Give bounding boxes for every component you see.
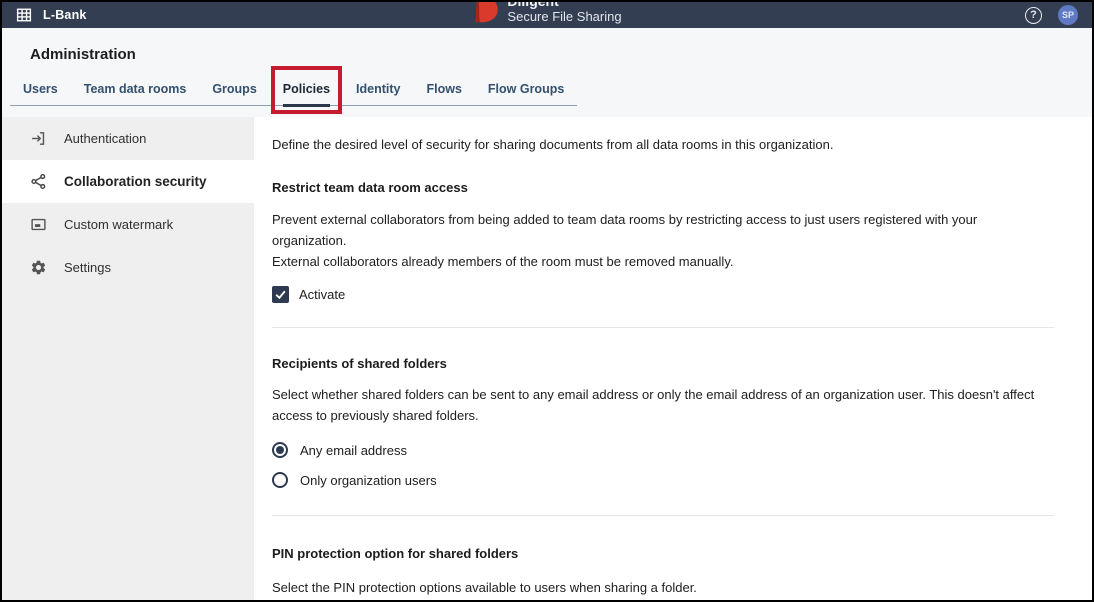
tab-policies-label: Policies — [283, 82, 330, 96]
tab-users[interactable]: Users — [10, 76, 71, 105]
page-title: Administration — [30, 46, 1092, 63]
tab-flows[interactable]: Flows — [413, 76, 474, 105]
sidebar-item-custom-watermark[interactable]: Custom watermark — [2, 203, 254, 246]
activate-checkbox-label: Activate — [299, 287, 345, 302]
admin-header: Administration Users Team data rooms Gro… — [2, 28, 1092, 117]
activate-checkbox-row[interactable]: Activate — [272, 286, 1054, 303]
sidebar-item-collaboration-security[interactable]: Collaboration security — [2, 160, 254, 203]
brand-logo: Diligent Secure File Sharing — [472, 0, 621, 24]
radio-row-any-email[interactable]: Any email address — [272, 442, 1054, 458]
policies-content: Define the desired level of security for… — [254, 117, 1092, 600]
login-icon — [30, 130, 47, 147]
topbar: L-Bank Diligent Secure File Sharing ? SP — [2, 2, 1092, 28]
section-heading-pin-protection: PIN protection option for shared folders — [272, 546, 1054, 561]
radio-row-only-org-users[interactable]: Only organization users — [272, 472, 1054, 488]
gear-icon — [30, 259, 47, 276]
policies-intro: Define the desired level of security for… — [272, 137, 1054, 152]
any-email-radio-label: Any email address — [300, 443, 407, 458]
activate-checkbox[interactable] — [272, 286, 289, 303]
tab-strip: Users Team data rooms Groups Policies Id… — [10, 76, 577, 106]
sidebar-item-label: Collaboration security — [64, 174, 207, 189]
tab-identity[interactable]: Identity — [343, 76, 413, 105]
restrict-access-description-line1: Prevent external collaborators from bein… — [272, 209, 1054, 251]
app-grid-icon[interactable] — [16, 8, 32, 22]
tab-flow-groups[interactable]: Flow Groups — [475, 76, 577, 105]
watermark-icon — [30, 216, 47, 233]
sidebar-item-settings[interactable]: Settings — [2, 246, 254, 289]
app-window: L-Bank Diligent Secure File Sharing ? SP… — [0, 0, 1094, 602]
brand-product: Secure File Sharing — [507, 10, 621, 25]
pin-protection-description: Select the PIN protection options availa… — [272, 577, 1054, 598]
restrict-access-description-line2: External collaborators already members o… — [272, 251, 1054, 272]
section-heading-recipients: Recipients of shared folders — [272, 356, 1054, 371]
tab-groups[interactable]: Groups — [199, 76, 269, 105]
recipients-description: Select whether shared folders can be sen… — [272, 384, 1054, 426]
sidebar-item-label: Settings — [64, 260, 111, 275]
any-email-radio[interactable] — [272, 442, 288, 458]
sidebar-item-label: Authentication — [64, 131, 146, 146]
only-org-users-radio[interactable] — [272, 472, 288, 488]
section-divider — [272, 515, 1054, 516]
policies-sidebar: Authentication Collaboration security — [2, 117, 254, 600]
section-divider — [272, 327, 1054, 328]
sidebar-item-label: Custom watermark — [64, 217, 173, 232]
tab-policies[interactable]: Policies — [270, 76, 343, 105]
share-icon — [30, 173, 47, 190]
org-name: L-Bank — [43, 8, 87, 22]
only-org-users-radio-label: Only organization users — [300, 473, 437, 488]
avatar[interactable]: SP — [1058, 5, 1078, 25]
help-icon[interactable]: ? — [1025, 7, 1042, 24]
section-heading-restrict-access: Restrict team data room access — [272, 180, 1054, 195]
sidebar-item-authentication[interactable]: Authentication — [2, 117, 254, 160]
tab-team-data-rooms[interactable]: Team data rooms — [71, 76, 200, 105]
diligent-logo-icon — [472, 0, 499, 24]
